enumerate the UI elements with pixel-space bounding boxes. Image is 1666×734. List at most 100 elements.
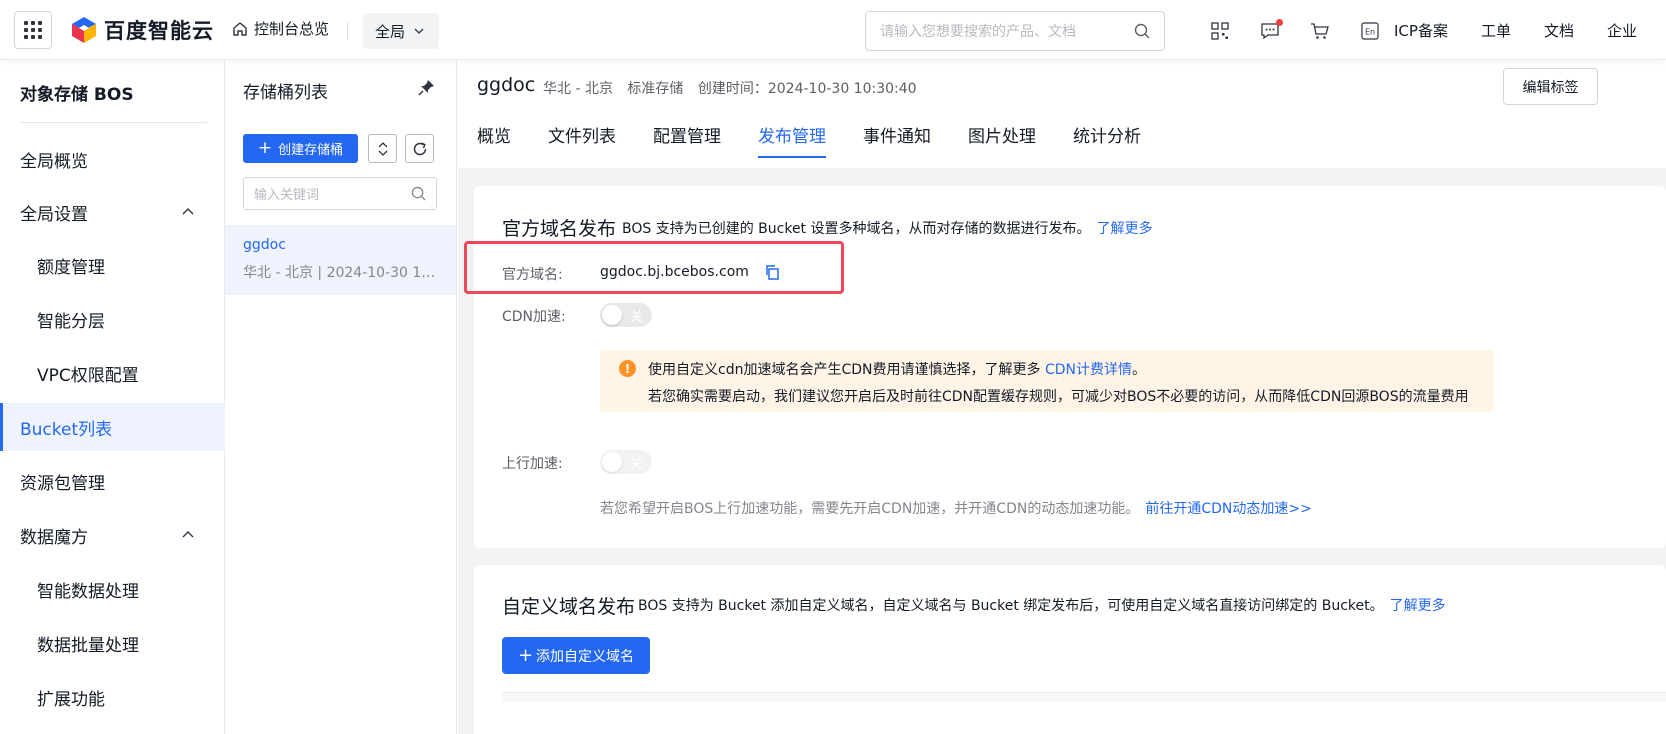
language-button[interactable]: En <box>1345 18 1395 44</box>
sidebar-item-data-cube[interactable]: 数据魔方 <box>0 511 225 559</box>
sidebar-item-vpc[interactable]: VPC权限配置 <box>0 349 225 397</box>
sidebar-item-label: Bucket列表 <box>20 419 113 440</box>
custom-domain-title: 自定义域名发布 <box>502 596 636 618</box>
console-home-link[interactable]: 控制台总览 <box>232 18 329 39</box>
cart-button[interactable] <box>1295 18 1345 44</box>
create-bucket-label: 创建存储桶 <box>278 143 344 158</box>
sidebar-item-quota[interactable]: 额度管理 <box>0 241 225 289</box>
plus-icon: + <box>517 644 534 666</box>
grid-icon <box>24 21 42 39</box>
qrcode-button[interactable] <box>1195 18 1245 44</box>
sidebar-item-batch-processing[interactable]: 数据批量处理 <box>0 619 225 667</box>
upload-accel-hint-text: 若您希望开启BOS上行加速功能，需要先开启CDN加速，并开通CDN的动态加速功能… <box>600 501 1140 517</box>
bucket-header: ggdoc 华北 - 北京 标准存储 创建时间：2024-10-30 10:30… <box>458 60 1666 168</box>
brand-logo[interactable]: 百度智能云 <box>70 15 214 45</box>
keyword-placeholder: 输入关键词 <box>254 188 320 203</box>
brand-name: 百度智能云 <box>104 19 214 43</box>
search-icon[interactable] <box>1134 23 1150 39</box>
tab-bar: 概览 文件列表 配置管理 发布管理 事件通知 图片处理 统计分析 <box>477 122 1178 158</box>
plus-icon: + <box>257 138 273 158</box>
bucket-list-panel: 存储桶列表 + 创建存储桶 输入关键词 ggdoc 华北 - 北京 | 2024-… <box>225 60 457 734</box>
main-content: ggdoc 华北 - 北京 标准存储 创建时间：2024-10-30 10:30… <box>458 60 1666 734</box>
sort-button[interactable] <box>368 134 397 163</box>
bucket-name: ggdoc <box>477 74 536 96</box>
top-link-docs[interactable]: 文档 <box>1544 20 1574 41</box>
sort-icon <box>378 141 387 156</box>
refresh-icon <box>413 141 426 155</box>
sidebar-item-global-settings[interactable]: 全局设置 <box>0 188 225 236</box>
learn-more-link[interactable]: 了解更多 <box>1097 221 1153 237</box>
upload-accel-hint: 若您希望开启BOS上行加速功能，需要先开启CDN加速，并开通CDN的动态加速功能… <box>600 498 1312 518</box>
sidebar-item-label: 智能数据处理 <box>37 581 139 602</box>
bucket-storage-class: 标准存储 <box>627 81 684 97</box>
divider <box>347 22 348 40</box>
tab-image-processing[interactable]: 图片处理 <box>968 122 1036 158</box>
chevron-up-icon <box>182 531 194 538</box>
tab-events[interactable]: 事件通知 <box>863 122 931 158</box>
toggle-knob <box>602 452 622 472</box>
copy-icon[interactable] <box>764 264 780 280</box>
custom-domain-card: 自定义域名发布 BOS 支持为 Bucket 添加自定义域名，自定义域名与 Bu… <box>474 565 1666 734</box>
warning-text-end: 。 <box>1131 362 1146 378</box>
sidebar-item-label: VPC权限配置 <box>37 365 139 386</box>
sidebar-item-label: 扩展功能 <box>37 689 105 710</box>
official-domain-label: 官方域名: <box>502 267 563 283</box>
sidebar-item-label: 智能分层 <box>37 311 105 332</box>
apps-grid-button[interactable] <box>14 11 52 49</box>
top-link-enterprise[interactable]: 企业 <box>1607 20 1637 41</box>
divider <box>20 122 207 123</box>
official-domain-value: ggdoc.bj.bcebos.com <box>600 264 749 280</box>
sidebar-item-bucket-list[interactable]: Bucket列表 <box>0 403 225 451</box>
top-link-icp[interactable]: ICP备案 <box>1394 20 1448 41</box>
sidebar-item-overview[interactable]: 全局概览 <box>0 135 225 183</box>
bucket-meta: 华北 - 北京 标准存储 创建时间：2024-10-30 10:30:40 <box>543 78 927 98</box>
refresh-button[interactable] <box>405 134 434 163</box>
home-icon <box>233 21 247 36</box>
tab-overview[interactable]: 概览 <box>477 122 511 158</box>
warning-icon: ! <box>619 360 636 377</box>
search-icon[interactable] <box>411 186 426 201</box>
top-bar: 百度智能云 控制台总览 全局 请输入您想要搜索的产品、文档 En ICP备案 工… <box>0 0 1666 60</box>
tab-publish[interactable]: 发布管理 <box>758 122 826 158</box>
upload-accel-toggle[interactable]: 关 <box>600 450 652 474</box>
region-select[interactable]: 全局 <box>363 13 439 49</box>
add-custom-domain-button[interactable]: + 添加自定义域名 <box>502 637 650 674</box>
product-title: 对象存储 BOS <box>20 85 134 105</box>
sidebar-item-label: 数据魔方 <box>20 527 88 548</box>
tab-statistics[interactable]: 统计分析 <box>1073 122 1141 158</box>
cdn-toggle-state: 关 <box>630 309 644 325</box>
console-home-label: 控制台总览 <box>254 20 330 38</box>
cdn-accel-toggle[interactable]: 关 <box>600 303 652 327</box>
keyword-search-input[interactable]: 输入关键词 <box>243 177 437 210</box>
sidebar-item-label: 全局概览 <box>20 151 88 172</box>
bucket-created-time: 创建时间：2024-10-30 10:30:40 <box>697 81 917 97</box>
cdn-billing-link[interactable]: CDN计费详情 <box>1045 362 1132 378</box>
cdn-accel-label: CDN加速: <box>502 309 566 325</box>
bucket-list-item[interactable]: ggdoc 华北 - 北京 | 2024-10-30 10:30:40 <box>225 225 456 295</box>
tab-file-list[interactable]: 文件列表 <box>548 122 616 158</box>
bucket-item-name: ggdoc <box>243 237 286 253</box>
sidebar-item-label: 额度管理 <box>37 257 105 278</box>
warning-line-2: 若您确实需要启动，我们建议您开启后及时前往CDN配置缓存规则，可减少对BOS不必… <box>648 389 1469 405</box>
sidebar-item-resource-packs[interactable]: 资源包管理 <box>0 457 225 505</box>
tab-config[interactable]: 配置管理 <box>653 122 721 158</box>
top-link-ticket[interactable]: 工单 <box>1481 20 1511 41</box>
sidebar-item-tiering[interactable]: 智能分层 <box>0 295 225 343</box>
baidu-cloud-logo-icon <box>72 17 96 43</box>
global-search-input[interactable]: 请输入您想要搜索的产品、文档 <box>865 11 1165 51</box>
region-value: 全局 <box>375 22 406 41</box>
edit-tag-button[interactable]: 编辑标签 <box>1503 68 1598 105</box>
official-domain-card: 官方域名发布 BOS 支持为已创建的 Bucket 设置多种域名，从而对存储的数… <box>464 186 1666 548</box>
warning-text: 使用自定义cdn加速域名会产生CDN费用请谨慎选择，了解更多 <box>648 362 1041 378</box>
create-bucket-button[interactable]: + 创建存储桶 <box>243 134 358 163</box>
sidebar-item-label: 数据批量处理 <box>37 635 139 656</box>
sidebar-item-smart-processing[interactable]: 智能数据处理 <box>0 565 225 613</box>
pin-icon[interactable] <box>418 78 436 96</box>
search-placeholder: 请输入您想要搜索的产品、文档 <box>880 24 1076 40</box>
upload-toggle-state: 关 <box>630 456 644 472</box>
custom-domain-table-header <box>502 692 1666 702</box>
message-button[interactable] <box>1245 18 1295 44</box>
enable-cdn-dynamic-link[interactable]: 前往开通CDN动态加速>> <box>1145 501 1312 517</box>
sidebar-item-extensions[interactable]: 扩展功能 <box>0 673 225 721</box>
learn-more-link[interactable]: 了解更多 <box>1390 598 1446 614</box>
